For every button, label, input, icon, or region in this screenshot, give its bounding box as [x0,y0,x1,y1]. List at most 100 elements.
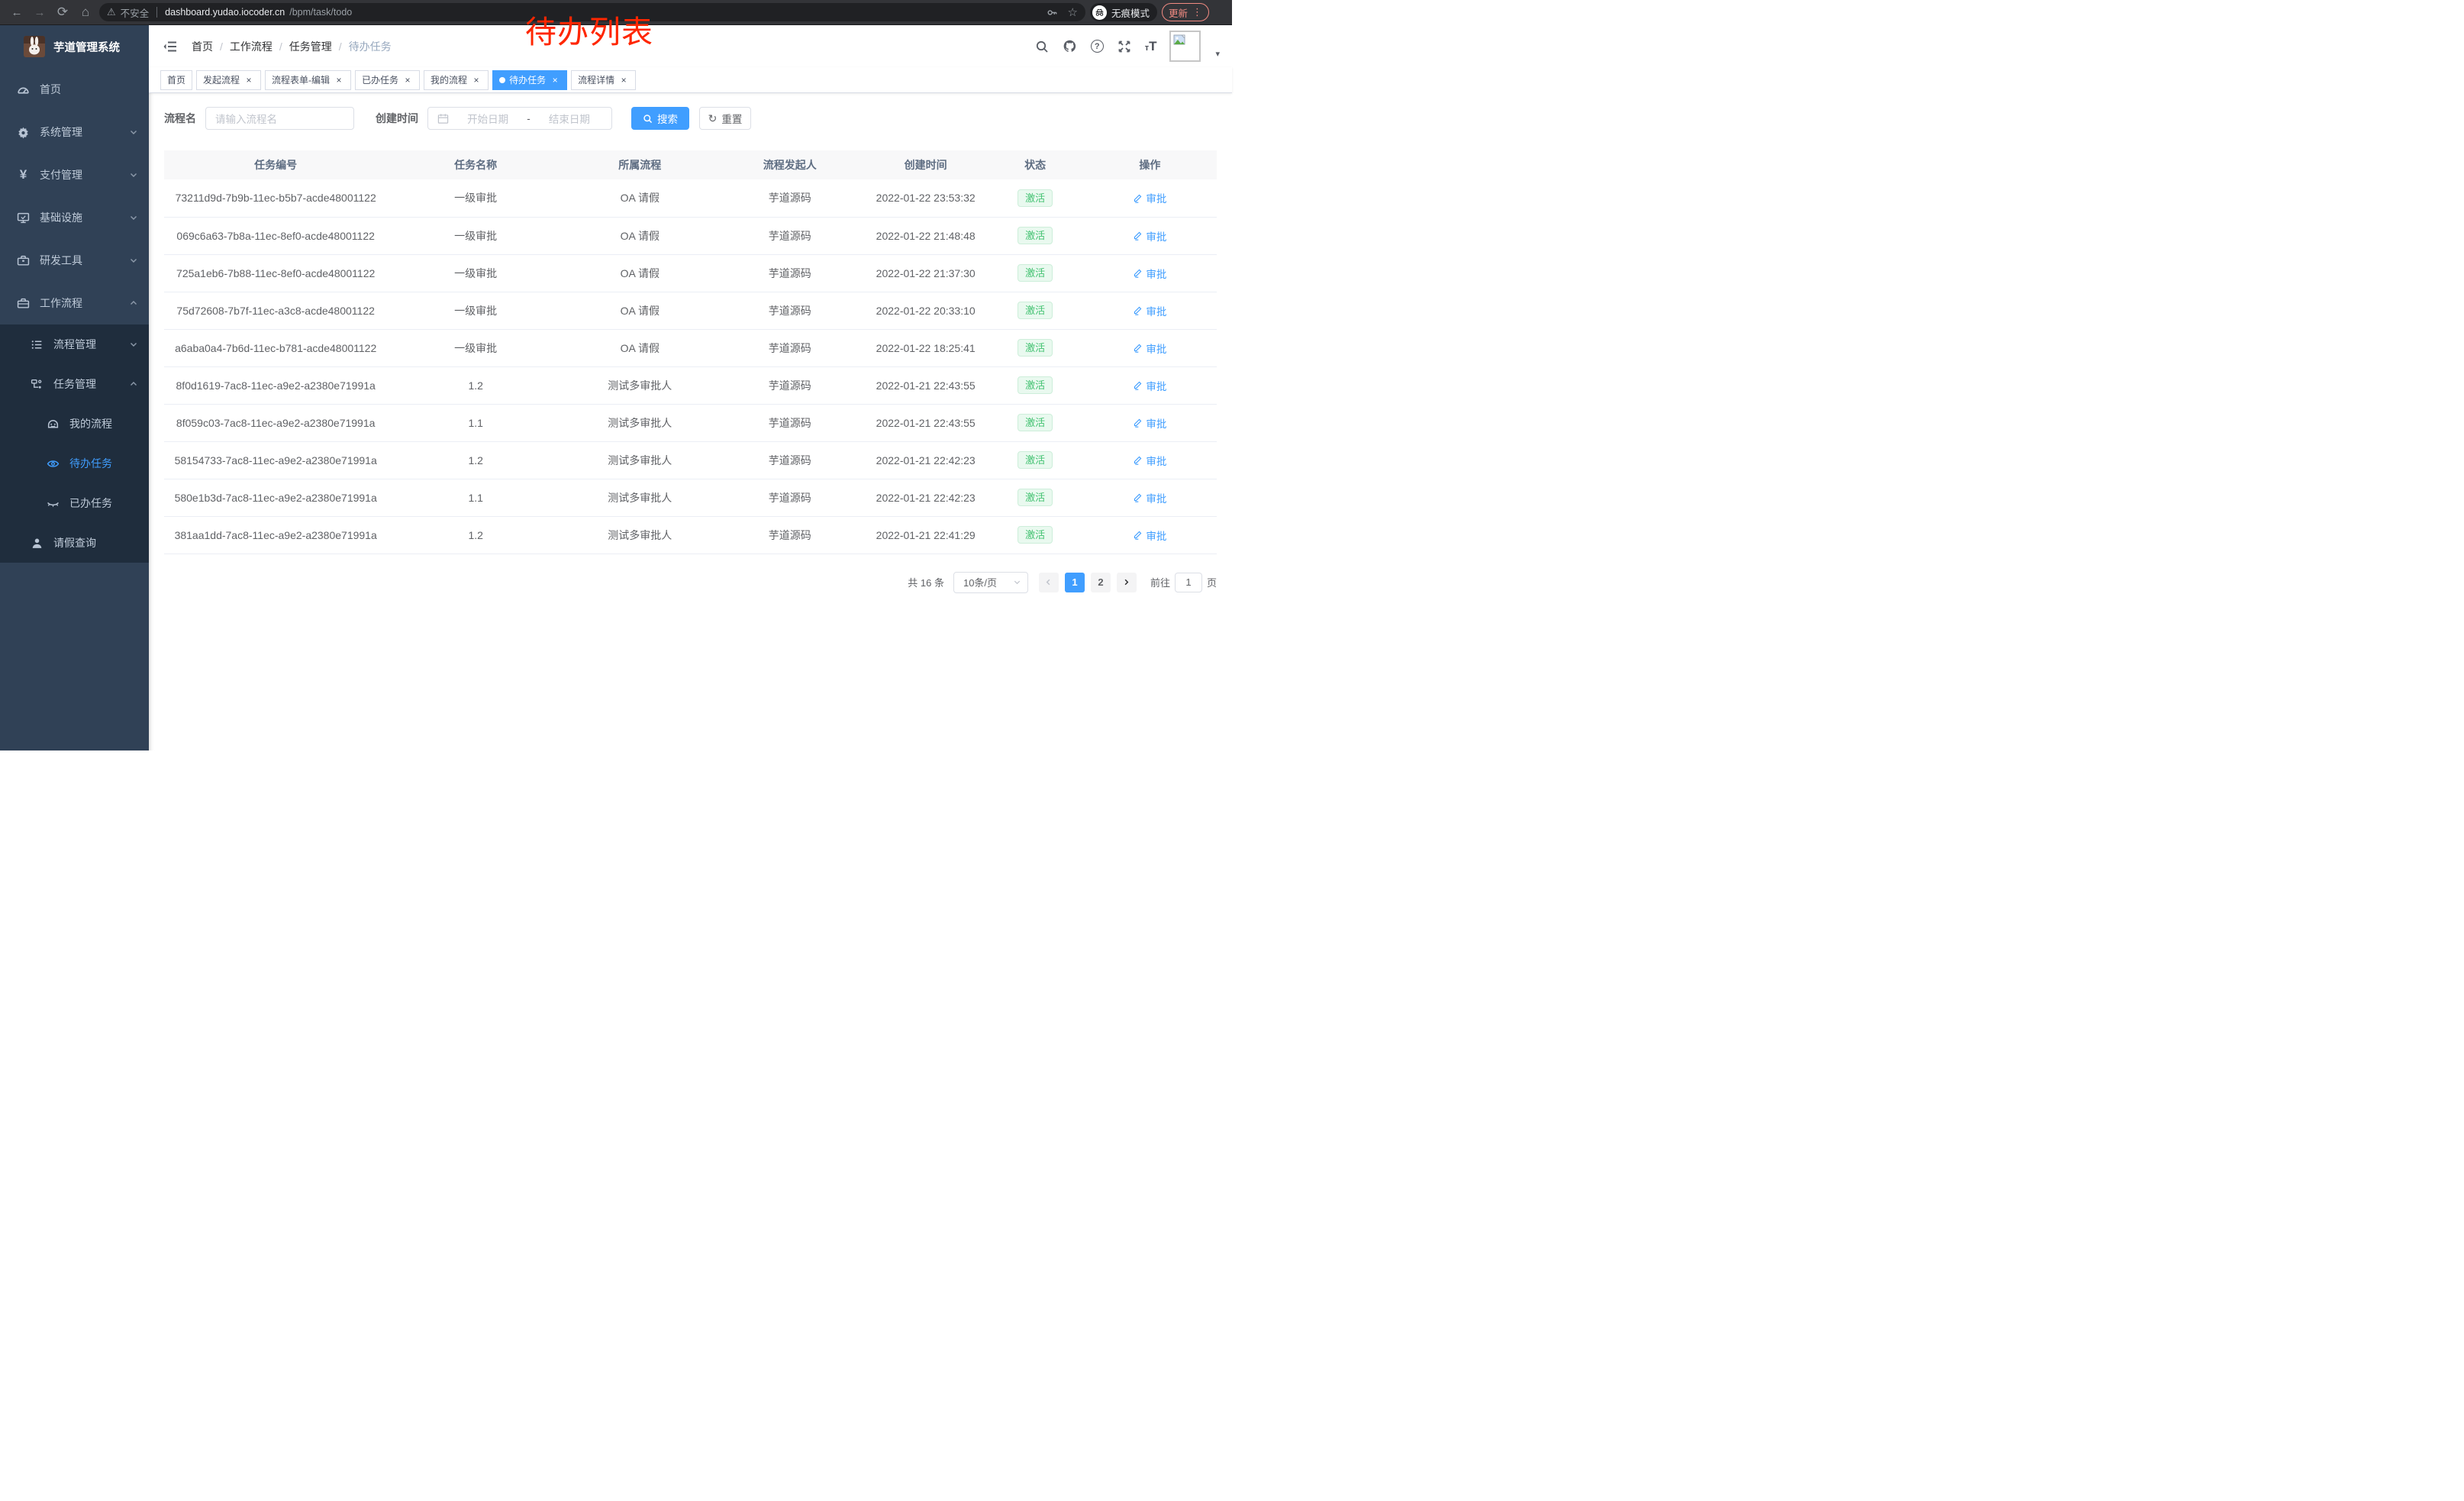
reset-button[interactable]: ↻ 重置 [699,107,751,130]
sidebar-item-devtools[interactable]: 研发工具 [0,239,149,282]
close-icon[interactable]: × [243,75,254,86]
cell-starter: 芋道源码 [716,179,864,217]
cell-starter: 芋道源码 [716,479,864,516]
approve-button[interactable]: 审批 [1133,490,1166,505]
table-row: 069c6a63-7b8a-11ec-8ef0-acde48001122 一级审… [164,217,1217,254]
approve-button[interactable]: 审批 [1133,228,1166,244]
sidebar-item-workflow[interactable]: 工作流程 [0,282,149,324]
breadcrumb-home[interactable]: 首页 [192,39,213,54]
sidebar-item-process-mgmt[interactable]: 流程管理 [0,324,149,364]
sidebar-item-payment[interactable]: ¥ 支付管理 [0,153,149,196]
cell-process: 测试多审批人 [564,441,716,479]
search-icon[interactable] [1034,39,1050,54]
status-badge: 激活 [1018,489,1053,506]
cell-task-id: 381aa1dd-7ac8-11ec-a9e2-a2380e71991a [164,516,387,554]
edit-pencil-icon [1133,343,1143,353]
cell-task-name: 一级审批 [387,329,564,366]
sidebar-item-label: 支付管理 [40,167,119,182]
sidebar-item-todo-tasks[interactable]: 待办任务 [0,444,149,483]
view-tab[interactable]: 发起流程 × [196,70,261,90]
sidebar-item-system[interactable]: 系统管理 [0,111,149,153]
cell-task-name: 一级审批 [387,292,564,329]
approve-button[interactable]: 审批 [1133,190,1166,205]
close-icon[interactable]: × [334,75,344,86]
approve-label: 审批 [1146,415,1166,431]
caret-down-icon[interactable]: ▾ [1215,49,1220,62]
table-row: 725a1eb6-7b88-11ec-8ef0-acde48001122 一级审… [164,254,1217,292]
fullscreen-icon[interactable] [1117,39,1132,54]
github-icon[interactable] [1063,39,1078,54]
close-icon[interactable]: × [550,75,560,86]
next-page-button[interactable] [1117,573,1137,592]
page-button-2[interactable]: 2 [1091,573,1111,592]
update-label: 更新 [1169,5,1188,20]
dashboard-gauge-icon [17,83,30,96]
approve-button[interactable]: 审批 [1133,303,1166,318]
end-date-placeholder: 结束日期 [537,111,602,126]
sidebar-item-leave-query[interactable]: 请假查询 [0,523,149,563]
status-badge: 激活 [1018,227,1053,244]
approve-button[interactable]: 审批 [1133,415,1166,431]
sidebar-item-infrastructure[interactable]: 基础设施 [0,196,149,239]
page-size-select[interactable]: 10条/页 [953,572,1028,593]
flow-tree-icon [31,378,44,391]
app-logo-row[interactable]: 芋道管理系统 [0,25,149,68]
cell-task-name: 1.2 [387,441,564,479]
approve-label: 审批 [1146,303,1166,318]
approve-button[interactable]: 审批 [1133,453,1166,468]
view-tab[interactable]: 待办任务 × [492,70,567,90]
tab-label: 首页 [167,73,185,86]
close-icon[interactable]: × [618,75,629,86]
avatar[interactable] [1169,31,1201,62]
page-button-1[interactable]: 1 [1065,573,1085,592]
close-icon[interactable]: × [471,75,482,86]
process-name-input[interactable]: 请输入流程名 [205,107,354,130]
menu-kebab-icon[interactable]: ⋮ [1192,6,1202,18]
tags-view: 首页 × 发起流程 × 流程表单-编辑 × 已办任务 × 我的流程 [149,67,1232,93]
cell-create-time: 2022-01-22 23:53:32 [864,179,987,217]
help-icon[interactable]: ? [1091,40,1104,53]
view-tab[interactable]: 已办任务 × [355,70,420,90]
sidebar-item-done-tasks[interactable]: 已办任务 [0,483,149,523]
home-icon[interactable]: ⌂ [76,3,95,21]
prev-page-button[interactable] [1039,573,1059,592]
breadcrumb-task-mgmt[interactable]: 任务管理 [289,39,332,54]
sidebar-item-my-process[interactable]: 我的流程 [0,404,149,444]
cell-task-name: 1.2 [387,366,564,404]
key-icon[interactable] [1045,5,1060,20]
approve-button[interactable]: 审批 [1133,266,1166,281]
breadcrumb-workflow[interactable]: 工作流程 [230,39,273,54]
user-icon [31,537,44,550]
date-range-picker[interactable]: 开始日期 - 结束日期 [427,107,612,130]
cell-create-time: 2022-01-22 21:37:30 [864,254,987,292]
approve-button[interactable]: 审批 [1133,528,1166,543]
view-tab[interactable]: 流程详情 × [571,70,636,90]
goto-page-input[interactable]: 1 [1175,573,1202,592]
sidebar-collapse-icon[interactable] [163,38,179,55]
bookmark-star-icon[interactable]: ☆ [1068,5,1078,19]
approve-button[interactable]: 审批 [1133,378,1166,393]
view-tab[interactable]: 我的流程 × [424,70,489,90]
briefcase-icon [17,297,30,310]
sidebar-item-home[interactable]: 首页 [0,68,149,111]
view-tab[interactable]: 首页 × [160,70,192,90]
font-size-icon[interactable]: тT [1145,39,1157,54]
reload-icon[interactable]: ⟳ [53,3,72,21]
cell-create-time: 2022-01-21 22:42:23 [864,479,987,516]
cell-starter: 芋道源码 [716,292,864,329]
sidebar-item-label: 流程管理 [53,337,119,352]
update-button[interactable]: 更新 ⋮ [1162,3,1209,21]
close-icon[interactable]: × [402,75,413,86]
approve-button[interactable]: 审批 [1133,341,1166,356]
cell-process: 测试多审批人 [564,516,716,554]
back-icon[interactable]: ← [8,3,26,21]
cell-starter: 芋道源码 [716,441,864,479]
edit-pencil-icon [1133,418,1143,428]
forward-icon[interactable]: → [31,3,49,21]
search-button[interactable]: 搜索 [631,107,689,130]
cell-create-time: 2022-01-21 22:41:29 [864,516,987,554]
approve-label: 审批 [1146,266,1166,281]
sidebar-item-task-mgmt[interactable]: 任务管理 [0,364,149,404]
edit-pencil-icon [1133,305,1143,315]
view-tab[interactable]: 流程表单-编辑 × [265,70,351,90]
